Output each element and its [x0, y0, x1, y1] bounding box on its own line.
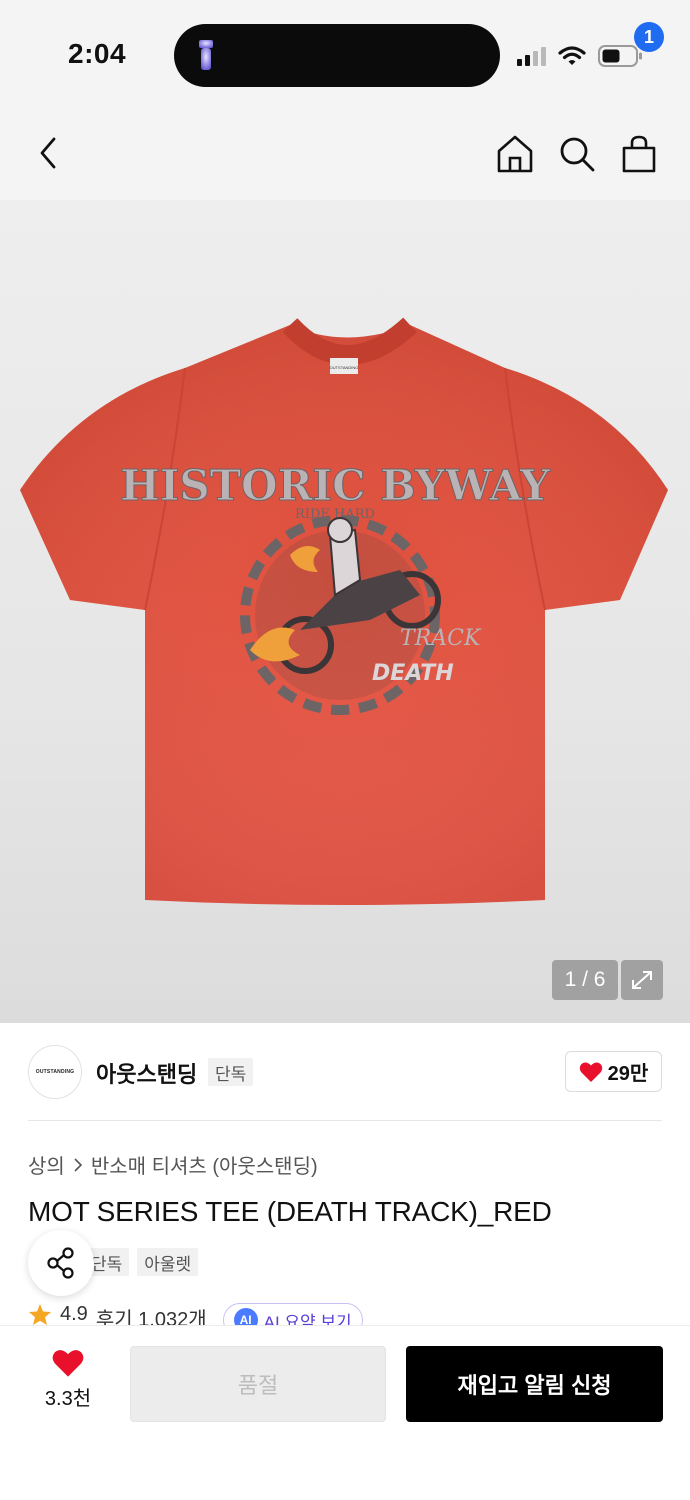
product-tags: 단독 아울렛: [84, 1248, 199, 1276]
wishlist-button[interactable]: 3.3천: [28, 1348, 108, 1418]
dynamic-island: [174, 24, 500, 87]
share-button[interactable]: [28, 1230, 94, 1296]
nav-bar: [0, 105, 690, 200]
battery-icon: [598, 45, 642, 67]
neck-label: OUTSTANDING: [330, 365, 359, 370]
product-title: MOT SERIES TEE (DEATH TRACK)_RED: [28, 1196, 552, 1227]
heart-icon: [579, 1062, 602, 1082]
soldout-button[interactable]: 품절: [130, 1346, 386, 1422]
status-bar: 2:04: [0, 0, 690, 105]
status-icons: [517, 42, 644, 70]
print-death: DEATH: [372, 661, 454, 686]
review-count[interactable]: 후기 1,032개: [96, 1303, 207, 1327]
brand-exclusive-tag: 단독: [208, 1058, 254, 1086]
print-track: TRACK: [400, 626, 482, 651]
breadcrumb: 상의 반소매 티셔츠 (아웃스탠딩): [28, 1150, 318, 1179]
star-icon: [29, 1304, 51, 1325]
cart-badge: 1: [634, 22, 664, 52]
share-icon: [47, 1247, 74, 1279]
brand-name[interactable]: 아웃스탠딩: [96, 1057, 197, 1089]
wifi-icon: [558, 46, 586, 65]
brand-like-count: 29만: [607, 1063, 649, 1085]
tag-outlet: 아울렛: [137, 1248, 199, 1276]
ai-summary-button[interactable]: AI AI 요약 보기: [222, 1303, 363, 1327]
product-image[interactable]: OUTSTANDING HISTORIC BYWAY RIDE HARD TRA…: [0, 200, 690, 1023]
tshirt-image: OUTSTANDING HISTORIC BYWAY RIDE HARD TRA…: [20, 317, 668, 905]
image-counter: 1 / 6: [552, 960, 618, 1000]
rating-row: 4.9 후기 1,032개 AI AI 요약 보기: [28, 1303, 363, 1327]
expand-button[interactable]: [621, 960, 663, 1000]
search-icon[interactable]: [556, 133, 598, 175]
signal-icon: [517, 46, 546, 66]
home-icon[interactable]: [494, 133, 536, 175]
breadcrumb-category[interactable]: 상의: [28, 1150, 65, 1179]
rating-value: 4.9: [60, 1303, 88, 1325]
heart-icon: [52, 1350, 84, 1377]
chevron-right-icon: [74, 1157, 82, 1172]
restock-alert-button[interactable]: 재입고 알림 신청: [406, 1346, 663, 1422]
wishlist-count: 3.3천: [44, 1388, 92, 1410]
print-title: HISTORIC BYWAY: [120, 461, 551, 510]
chevron-left-icon[interactable]: [30, 133, 70, 173]
expand-icon: [632, 971, 652, 989]
brand-like-button[interactable]: 29만: [565, 1051, 662, 1092]
brand-logo[interactable]: OUTSTANDING: [28, 1045, 82, 1099]
status-time: 2:04: [68, 38, 127, 69]
shopping-bag-icon[interactable]: [618, 133, 660, 175]
bottom-action-bar: 3.3천 품절 재입고 알림 신청: [0, 1325, 690, 1500]
divider: [28, 1120, 662, 1121]
flashlight-icon: [199, 40, 213, 70]
breadcrumb-subcategory[interactable]: 반소매 티셔츠 (아웃스탠딩): [91, 1150, 318, 1179]
brand-row: OUTSTANDING 아웃스탠딩 단독 29만: [0, 1023, 690, 1121]
